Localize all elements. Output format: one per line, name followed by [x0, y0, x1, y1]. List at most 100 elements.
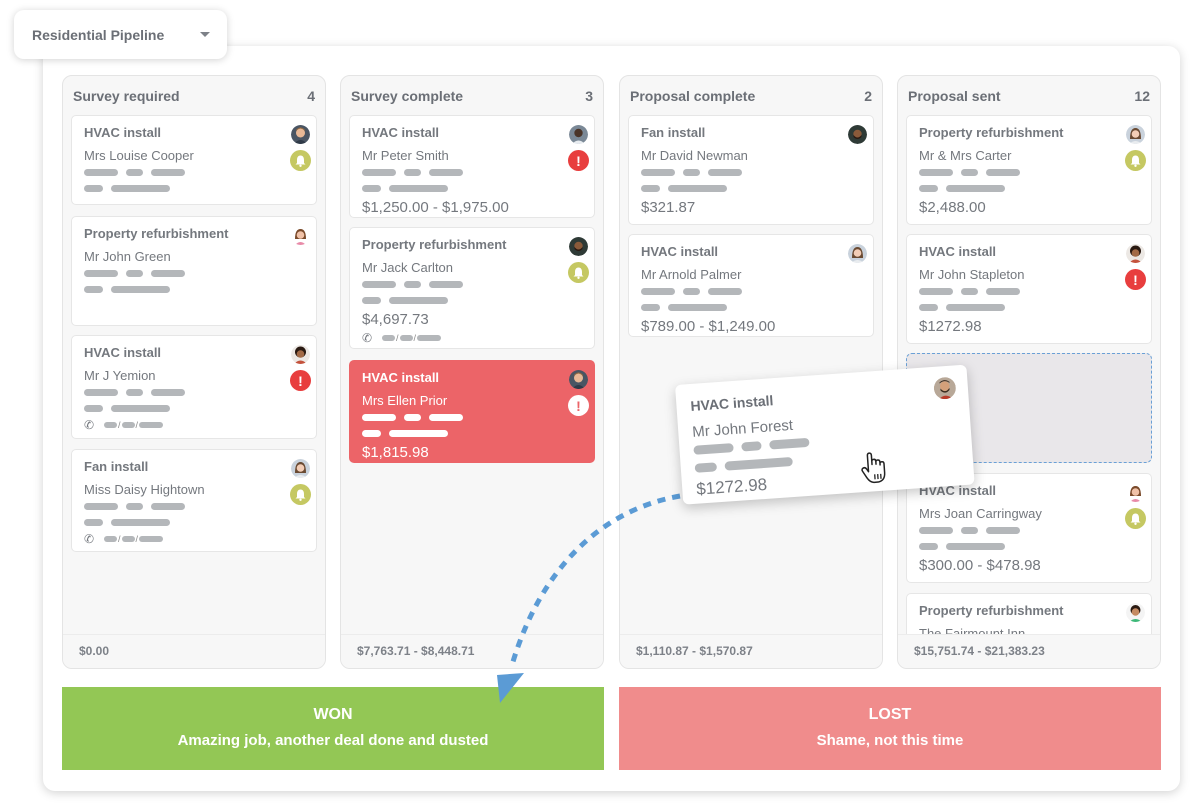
- deal-card[interactable]: HVAC install Mrs Joan Carringway $300.00…: [906, 473, 1152, 583]
- deal-value: $321.87: [641, 199, 696, 216]
- assignee-avatar[interactable]: [848, 125, 867, 144]
- deal-card[interactable]: Property refurbishment Mr & Mrs Carter $…: [906, 115, 1152, 225]
- deal-type: HVAC install: [362, 370, 440, 385]
- deal-value: $1272.98: [919, 318, 982, 335]
- deal-type: HVAC install: [919, 244, 997, 259]
- redacted-details: [84, 270, 304, 294]
- pipeline-dropdown[interactable]: Residential Pipeline: [14, 10, 227, 59]
- caret-down-icon: [200, 32, 210, 37]
- assignee-avatar[interactable]: [1126, 603, 1145, 622]
- column-total: $1,110.87 - $1,570.87: [620, 634, 882, 668]
- assignee-avatar[interactable]: [933, 376, 956, 400]
- assignee-avatar[interactable]: [291, 226, 310, 245]
- assignee-avatar[interactable]: [1126, 244, 1145, 263]
- column-proposal-complete: Proposal complete 2 Fan install Mr David…: [619, 75, 883, 669]
- deal-card[interactable]: HVAC install Mr John Stapleton $1272.98 …: [906, 234, 1152, 344]
- bell-icon[interactable]: [290, 150, 311, 171]
- pipeline-dropdown-label: Residential Pipeline: [32, 26, 165, 43]
- won-drop-zone[interactable]: WON Amazing job, another deal done and d…: [62, 687, 604, 770]
- bell-icon[interactable]: [290, 484, 311, 505]
- assignee-avatar[interactable]: [291, 459, 310, 478]
- column-title: Survey required: [73, 88, 180, 104]
- deal-client: The Fairmount Inn: [919, 626, 1026, 634]
- deal-client: Mrs Louise Cooper: [84, 148, 194, 163]
- deal-card[interactable]: Fan install Mr David Newman $321.87: [628, 115, 874, 225]
- column-count: 3: [585, 88, 593, 104]
- deal-type: HVAC install: [84, 345, 162, 360]
- alert-icon[interactable]: !: [290, 370, 311, 391]
- deal-card[interactable]: HVAC install Mr J Yemion ✆ / / !: [71, 335, 317, 439]
- redacted-details: [84, 169, 304, 193]
- column-total: $7,763.71 - $8,448.71: [341, 634, 603, 668]
- deal-type: HVAC install: [641, 244, 719, 259]
- column-title: Proposal sent: [908, 88, 1001, 104]
- deal-card[interactable]: Property refurbishment The Fairmount Inn: [906, 593, 1152, 634]
- deal-type: Property refurbishment: [919, 125, 1064, 140]
- deal-client: Mr Arnold Palmer: [641, 267, 742, 282]
- alert-icon[interactable]: !: [1125, 269, 1146, 290]
- column-title: Proposal complete: [630, 88, 756, 104]
- redacted-details: [362, 414, 582, 438]
- column-total: $0.00: [63, 634, 325, 668]
- deal-value: $300.00 - $478.98: [919, 557, 1041, 574]
- column-count: 4: [307, 88, 315, 104]
- deal-value: $1,815.98: [362, 444, 429, 461]
- column-title: Survey complete: [351, 88, 464, 104]
- column-survey-required: Survey required 4 HVAC install Mrs Louis…: [62, 75, 326, 669]
- assignee-avatar[interactable]: [569, 370, 588, 389]
- deal-client: Mr David Newman: [641, 148, 748, 163]
- deal-card[interactable]: Property refurbishment Mr Jack Carlton $…: [349, 227, 595, 349]
- deal-type: Fan install: [84, 459, 149, 474]
- redacted-details: [362, 169, 582, 193]
- won-title: WON: [313, 706, 353, 723]
- assignee-avatar[interactable]: [291, 125, 310, 144]
- redacted-details: [84, 503, 304, 527]
- deal-client: Mrs Joan Carringway: [919, 506, 1042, 521]
- deal-card[interactable]: HVAC install Mr Peter Smith $1,250.00 - …: [349, 115, 595, 218]
- deal-value: $1,250.00 - $1,975.00: [362, 199, 509, 216]
- deal-type: HVAC install: [362, 125, 440, 140]
- hand-grab-cursor-icon: [858, 450, 893, 493]
- assignee-avatar[interactable]: [1126, 125, 1145, 144]
- deal-card-highlighted[interactable]: HVAC install Mrs Ellen Prior $1,815.98 !: [349, 360, 595, 463]
- deal-card[interactable]: HVAC install Mrs Louise Cooper: [71, 115, 317, 205]
- assignee-avatar[interactable]: [291, 345, 310, 364]
- assignee-avatar[interactable]: [1126, 483, 1145, 502]
- assignee-avatar[interactable]: [848, 244, 867, 263]
- assignee-avatar[interactable]: [569, 237, 588, 256]
- won-subtitle: Amazing job, another deal done and duste…: [177, 732, 489, 749]
- deal-client: Mr John Stapleton: [919, 267, 1025, 282]
- assignee-avatar[interactable]: [569, 125, 588, 144]
- column-total: $15,751.74 - $21,383.23: [898, 634, 1160, 668]
- phone-number-row: ✆ / /: [362, 331, 582, 345]
- bell-icon[interactable]: [1125, 150, 1146, 171]
- deal-client: Mr John Green: [84, 249, 171, 264]
- redacted-details: [919, 527, 1139, 551]
- phone-number-row: ✆ / /: [84, 533, 304, 545]
- deal-value: $4,697.73: [362, 311, 429, 328]
- dragged-deal-card[interactable]: HVAC install Mr John Forest $1272.98: [675, 364, 975, 505]
- column-count: 2: [864, 88, 872, 104]
- alert-icon[interactable]: !: [568, 150, 589, 171]
- redacted-details: [84, 389, 304, 413]
- deal-type: Property refurbishment: [362, 237, 507, 252]
- lost-drop-zone[interactable]: LOST Shame, not this time: [619, 687, 1161, 770]
- deal-client: Mr Jack Carlton: [362, 260, 454, 275]
- column-count: 12: [1134, 88, 1150, 104]
- deal-value: $789.00 - $1,249.00: [641, 318, 776, 335]
- deal-card[interactable]: Fan install Miss Daisy Hightown ✆ / /: [71, 449, 317, 552]
- lost-title: LOST: [868, 706, 912, 723]
- phone-icon: ✆: [362, 331, 373, 345]
- deal-client: Miss Daisy Hightown: [84, 482, 205, 497]
- bell-icon[interactable]: [1125, 508, 1146, 529]
- phone-icon: ✆: [84, 418, 95, 432]
- deal-type: Property refurbishment: [919, 603, 1064, 618]
- deal-type: Property refurbishment: [84, 226, 229, 241]
- redacted-details: [362, 281, 582, 305]
- deal-value: $2,488.00: [919, 199, 986, 216]
- bell-icon[interactable]: [568, 262, 589, 283]
- alert-icon[interactable]: !: [568, 395, 589, 416]
- deal-client: Mr Peter Smith: [362, 148, 449, 163]
- deal-card[interactable]: HVAC install Mr Arnold Palmer $789.00 - …: [628, 234, 874, 337]
- deal-card[interactable]: Property refurbishment Mr John Green: [71, 216, 317, 326]
